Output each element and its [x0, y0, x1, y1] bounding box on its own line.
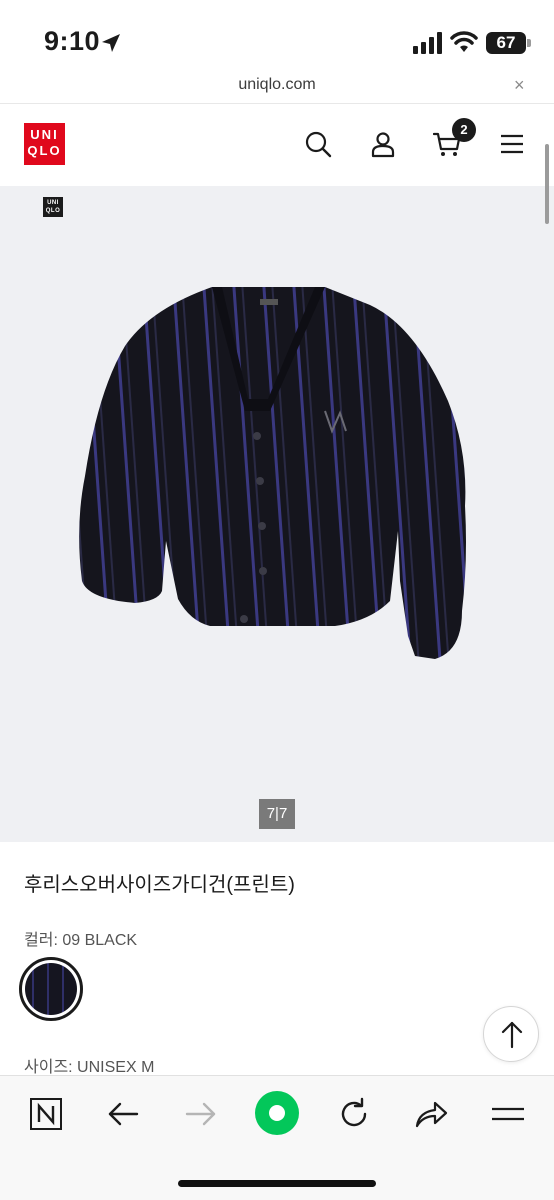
- battery-cap: [527, 39, 531, 47]
- menu-icon[interactable]: [498, 130, 526, 158]
- swatch-pattern: [25, 963, 77, 1015]
- share-icon[interactable]: [411, 1094, 451, 1134]
- logo-line-1: UNI: [30, 127, 59, 142]
- naver-icon[interactable]: [26, 1094, 66, 1134]
- close-icon[interactable]: ×: [514, 75, 525, 96]
- menu-icon[interactable]: [488, 1094, 528, 1134]
- url-domain[interactable]: uniqlo.com: [0, 76, 554, 94]
- forward-arrow-icon[interactable]: [181, 1094, 221, 1134]
- color-swatch-black[interactable]: [19, 957, 83, 1021]
- location-arrow-icon: [102, 34, 120, 52]
- size-label: 사이즈: UNISEX M: [24, 1059, 155, 1076]
- cellular-signal-icon: [413, 32, 442, 54]
- cart-count-badge[interactable]: 2: [452, 118, 476, 142]
- gallery-page-indicator: 7|7: [259, 799, 295, 829]
- browser-toolbar: [0, 1075, 554, 1200]
- search-icon[interactable]: [304, 130, 332, 158]
- reload-icon[interactable]: [334, 1094, 374, 1134]
- wifi-icon: [450, 31, 478, 52]
- arrow-up-icon: [501, 1021, 523, 1049]
- url-bar[interactable]: uniqlo.com ×: [0, 72, 554, 104]
- status-time: 9:10: [44, 26, 101, 56]
- battery-level: 67: [486, 32, 526, 54]
- brand-mark-line-2: QLO: [45, 208, 61, 214]
- uniqlo-brand-mark: UNI QLO: [43, 197, 63, 217]
- scroll-to-top-button[interactable]: [483, 1006, 539, 1062]
- scrollbar-thumb[interactable]: [545, 144, 549, 224]
- logo-line-2: QLO: [27, 143, 62, 158]
- uniqlo-logo[interactable]: UNI QLO: [24, 123, 65, 165]
- back-arrow-icon[interactable]: [103, 1094, 143, 1134]
- cardigan-product-image: [79, 287, 466, 659]
- product-title: 후리스오버사이즈가디건(프린트): [24, 874, 295, 896]
- status-bar: 9:10 67: [0, 0, 554, 72]
- color-label: 컬러: 09 BLACK: [24, 932, 138, 949]
- green-dot-icon[interactable]: [254, 1090, 300, 1136]
- site-header: UNI QLO 2: [0, 104, 554, 186]
- brand-mark-line-1: UNI: [47, 200, 59, 206]
- product-image-gallery[interactable]: UNI QLO 7|7: [0, 186, 554, 842]
- account-icon[interactable]: [369, 130, 397, 158]
- home-indicator[interactable]: [178, 1180, 376, 1187]
